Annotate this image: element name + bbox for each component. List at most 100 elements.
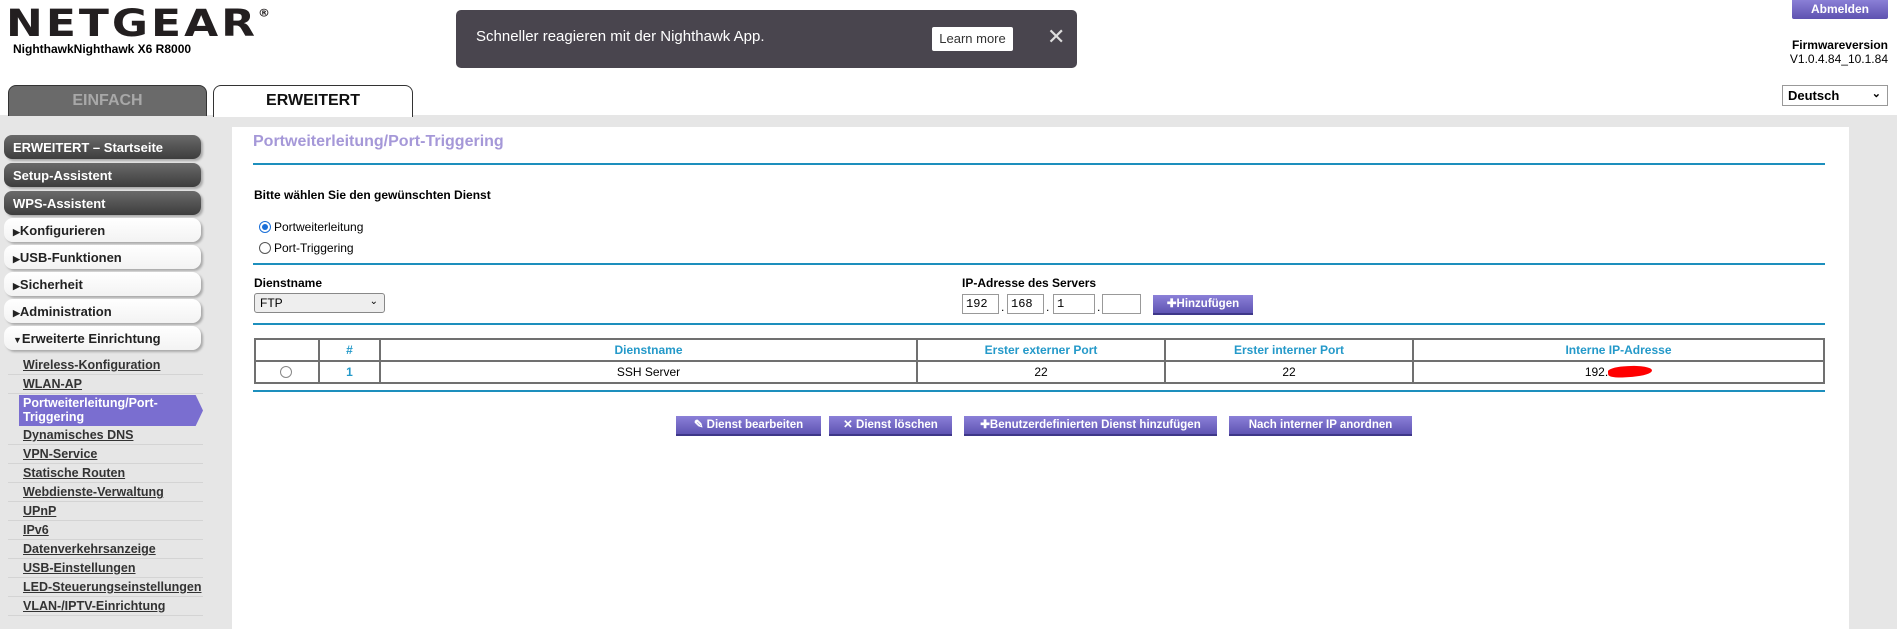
sidebar-link-vlan-iptv[interactable]: VLAN-/IPTV-Einrichtung — [8, 597, 203, 616]
row-number: 1 — [318, 360, 381, 384]
pencil-icon: ✎ — [693, 419, 707, 431]
column-header-ext-port: Erster externer Port — [916, 338, 1166, 362]
service-prompt: Bitte wählen Sie den gewünschten Dienst — [254, 188, 491, 202]
radio-unselected-icon[interactable] — [259, 242, 271, 254]
sidebar-item-erweitert-home[interactable]: ERWEITERT – Startseite — [4, 135, 201, 159]
service-value: FTP — [260, 296, 283, 310]
triangle-right-icon: ▶ — [13, 281, 20, 291]
firmware-label: Firmwareversion — [1791, 38, 1888, 52]
divider — [253, 390, 1825, 392]
service-name-select[interactable]: FTP ⌄ — [254, 293, 385, 313]
netgear-logo: NETGEAR® — [6, 2, 273, 45]
ip-dot: . — [1001, 300, 1005, 314]
sidebar-link-web-services[interactable]: Webdienste-Verwaltung — [8, 483, 203, 502]
sidebar-item-administration[interactable]: ▶Administration — [4, 299, 201, 323]
sidebar-item-label: Erweiterte Einrichtung — [21, 331, 161, 346]
sidebar-item-advanced-setup[interactable]: ▼Erweiterte Einrichtung — [4, 326, 201, 350]
radio-label: Port-Triggering — [274, 241, 354, 255]
sidebar-link-ipv6[interactable]: IPv6 — [8, 521, 203, 540]
app-notification: Schneller reagieren mit der Nighthawk Ap… — [456, 10, 1077, 68]
divider — [253, 163, 1825, 165]
notification-message: Schneller reagieren mit der Nighthawk Ap… — [476, 28, 765, 45]
sort-by-ip-button[interactable]: Nach interner IP anordnen — [1229, 416, 1412, 436]
server-ip-label: IP-Adresse des Servers — [962, 276, 1097, 290]
row-radio[interactable] — [279, 366, 292, 378]
sidebar-link-wlan-ap[interactable]: WLAN-AP — [8, 375, 203, 394]
learn-more-button[interactable]: Learn more — [932, 27, 1013, 51]
sidebar-link-ddns[interactable]: Dynamisches DNS — [8, 426, 203, 445]
sidebar-item-setup-assistant[interactable]: Setup-Assistent — [4, 163, 201, 187]
registered-mark: ® — [258, 7, 273, 19]
firmware-version: V1.0.4.84_10.1.84 — [1789, 52, 1888, 66]
add-button[interactable]: ✚Hinzufügen — [1153, 295, 1253, 315]
ip-octet-2[interactable]: 168 — [1007, 294, 1044, 314]
x-icon: ✕ — [843, 419, 857, 431]
sidebar-item-label: USB-Funktionen — [19, 250, 122, 265]
row-ext-port: 22 — [916, 360, 1166, 384]
ip-octet-4[interactable] — [1102, 294, 1141, 314]
language-select[interactable]: Deutsch ⌄ — [1782, 85, 1888, 106]
chevron-down-icon: ⌄ — [369, 296, 378, 307]
select-column-header — [254, 338, 320, 362]
sidebar-item-security[interactable]: ▶Sicherheit — [4, 272, 201, 296]
service-name-label: Dienstname — [254, 276, 323, 290]
delete-service-button[interactable]: ✕ Dienst löschen — [829, 416, 952, 436]
model-name: NighthawkNighthawk X6 R8000 — [13, 42, 192, 56]
logo-text: NETGEAR — [6, 2, 258, 46]
sidebar-link-static-routes[interactable]: Statische Routen — [8, 464, 203, 483]
logout-button[interactable]: Abmelden — [1792, 0, 1888, 19]
ip-dot: . — [1097, 300, 1101, 314]
sidebar-item-label: Administration — [19, 304, 112, 319]
services-table: # Dienstname Erster externer Port Erster… — [254, 338, 1825, 384]
plus-icon: ✚ — [1166, 298, 1177, 310]
row-service-name: SSH Server — [379, 360, 918, 384]
button-label: Benutzerdefinierten Dienst hinzufügen — [989, 419, 1201, 431]
add-label: Hinzufügen — [1176, 298, 1240, 310]
language-value: Deutsch — [1788, 88, 1840, 103]
triangle-right-icon: ▶ — [13, 227, 20, 237]
sidebar-link-upnp[interactable]: UPnP — [8, 502, 203, 521]
page-title: Portweiterleitung/Port-Triggering — [253, 133, 504, 150]
button-label: Dienst löschen — [856, 419, 938, 431]
sidebar-link-port-forwarding[interactable]: Portweiterleitung/Port-Triggering — [19, 395, 203, 426]
sidebar-item-label: Konfigurieren — [19, 223, 106, 238]
column-header-number: # — [318, 338, 381, 362]
chevron-down-icon: ⌄ — [1871, 88, 1881, 100]
close-icon[interactable]: ✕ — [1047, 24, 1065, 50]
radio-port-forwarding[interactable]: Portweiterleitung — [259, 220, 363, 234]
column-header-internal-ip: Interne IP-Adresse — [1412, 338, 1825, 362]
divider — [253, 263, 1825, 265]
sidebar-item-wps-assistant[interactable]: WPS-Assistent — [4, 191, 201, 215]
edit-service-button[interactable]: ✎ Dienst bearbeiten — [676, 416, 821, 436]
sidebar-link-usb-settings[interactable]: USB-Einstellungen — [8, 559, 203, 578]
column-header-service: Dienstname — [379, 338, 918, 362]
radio-port-triggering[interactable]: Port-Triggering — [259, 241, 354, 255]
ip-octet-1[interactable]: 192 — [962, 294, 999, 314]
ip-dot: . — [1046, 300, 1050, 314]
row-internal-ip: 192. — [1584, 365, 1609, 379]
sidebar-link-wireless[interactable]: Wireless-Konfiguration — [8, 356, 203, 375]
button-label: Dienst bearbeiten — [706, 419, 804, 431]
column-header-int-port: Erster interner Port — [1164, 338, 1414, 362]
ip-octet-3[interactable]: 1 — [1053, 294, 1095, 314]
sidebar-link-led[interactable]: LED-Steuerungseinstellungen — [8, 578, 203, 597]
triangle-down-icon: ▼ — [13, 335, 22, 345]
sidebar-link-vpn[interactable]: VPN-Service — [8, 445, 203, 464]
radio-selected-icon[interactable] — [259, 221, 271, 233]
redaction-scribble — [1607, 364, 1653, 379]
table-header: # Dienstname Erster externer Port Erster… — [254, 338, 1825, 362]
triangle-right-icon: ▶ — [13, 308, 20, 318]
row-internal-ip-cell: 192. — [1412, 360, 1825, 384]
triangle-right-icon: ▶ — [13, 254, 20, 264]
sidebar-item-label: Sicherheit — [19, 277, 83, 292]
sidebar-item-usb[interactable]: ▶USB-Funktionen — [4, 245, 201, 269]
row-int-port: 22 — [1164, 360, 1414, 384]
table-row: 1 SSH Server 22 22 192. — [254, 360, 1825, 384]
tab-einfach[interactable]: EINFACH — [8, 85, 207, 116]
sidebar-link-traffic-meter[interactable]: Datenverkehrsanzeige — [8, 540, 203, 559]
radio-label: Portweiterleitung — [274, 220, 364, 234]
sidebar-item-configure[interactable]: ▶Konfigurieren — [4, 218, 201, 242]
add-custom-service-button[interactable]: ✚Benutzerdefinierten Dienst hinzufügen — [964, 416, 1217, 436]
plus-icon: ✚ — [980, 419, 990, 431]
tab-erweitert[interactable]: ERWEITERT — [213, 85, 413, 117]
